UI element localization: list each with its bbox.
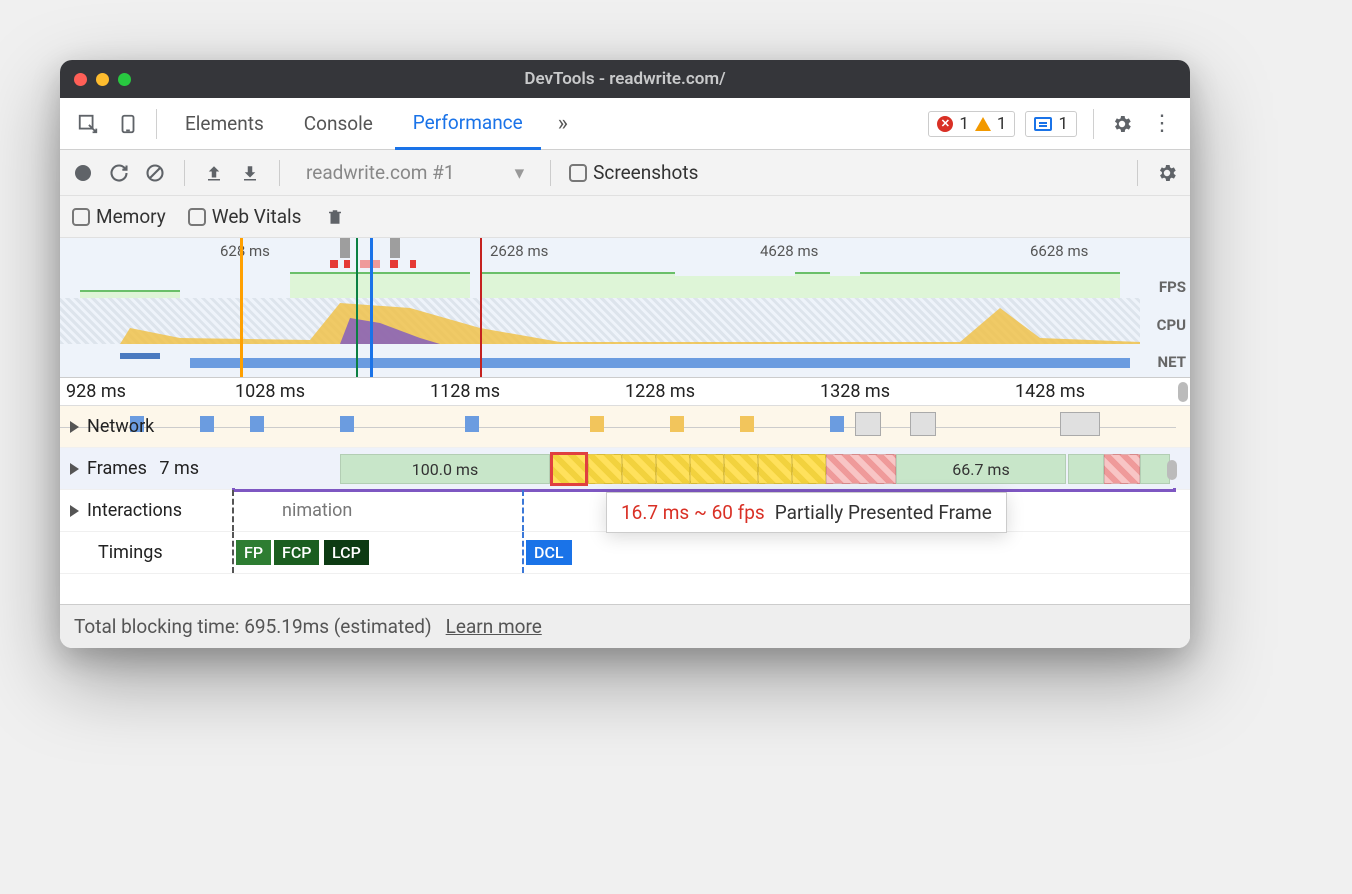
expand-icon[interactable]: [70, 505, 79, 517]
overview-timeline[interactable]: 628 ms 2628 ms 4628 ms 6628 ms: [60, 238, 1190, 378]
minimize-window-button[interactable]: [96, 73, 109, 86]
capture-settings-gear-icon[interactable]: [1156, 162, 1178, 184]
kebab-menu-icon[interactable]: ⋮: [1144, 106, 1180, 142]
settings-gear-icon[interactable]: [1104, 106, 1140, 142]
webvitals-checkbox[interactable]: Web Vitals: [188, 205, 302, 228]
tooltip-desc: Partially Presented Frame: [775, 501, 992, 524]
warning-count: 1: [997, 114, 1007, 134]
frame-block[interactable]: [1068, 454, 1104, 484]
overview-marker[interactable]: [370, 238, 373, 377]
summary-footer: Total blocking time: 695.19ms (estimated…: [60, 604, 1190, 648]
frame-block[interactable]: [690, 454, 724, 484]
overview-cpu-track: [60, 298, 1140, 344]
record-button[interactable]: [72, 162, 94, 184]
frame-block[interactable]: [1104, 454, 1140, 484]
overview-marker[interactable]: [356, 238, 358, 377]
perf-toolbar: readwrite.com #1 ▾ Screenshots: [60, 150, 1190, 196]
frame-block[interactable]: [724, 454, 758, 484]
frame-block[interactable]: [622, 454, 656, 484]
expand-icon[interactable]: [70, 421, 79, 433]
row-interactions[interactable]: Interactions nimation 16.7 ms ~ 60 fps P…: [60, 490, 1190, 532]
timing-lcp[interactable]: LCP: [324, 540, 369, 565]
overview-fps-track: [60, 268, 1140, 298]
chevron-down-icon: ▾: [515, 161, 525, 184]
error-icon: ✕: [937, 116, 953, 132]
scrollbar-thumb[interactable]: [1178, 382, 1188, 402]
frame-block[interactable]: [656, 454, 690, 484]
inspect-element-icon[interactable]: [70, 106, 106, 142]
timing-fcp[interactable]: FCP: [274, 540, 319, 565]
tab-performance[interactable]: Performance: [395, 99, 541, 150]
frame-block[interactable]: [826, 454, 896, 484]
upload-profile-icon[interactable]: [203, 162, 225, 184]
expand-icon[interactable]: [70, 463, 79, 475]
maximize-window-button[interactable]: [118, 73, 131, 86]
frame-block[interactable]: 66.7 ms: [896, 454, 1066, 484]
window-title: DevTools - readwrite.com/: [60, 69, 1190, 89]
recording-select[interactable]: readwrite.com #1 ▾: [298, 161, 532, 184]
message-count: 1: [1058, 114, 1068, 134]
trash-icon[interactable]: [324, 206, 346, 228]
animation-label: nimation: [282, 500, 352, 521]
timing-dcl[interactable]: DCL: [526, 540, 572, 565]
frame-block[interactable]: 100.0 ms: [340, 454, 550, 484]
scrollbar-thumb[interactable]: [1167, 460, 1177, 480]
screenshots-checkbox[interactable]: Screenshots: [569, 161, 698, 184]
memory-checkbox[interactable]: Memory: [72, 205, 166, 228]
overview-net-label: NET: [1158, 353, 1186, 371]
guide-line: [232, 490, 234, 531]
overview-fps-label: FPS: [1159, 278, 1186, 296]
row-timings[interactable]: Timings FP FCP LCP DCL: [60, 532, 1190, 574]
timing-fp[interactable]: FP: [236, 540, 271, 565]
device-toggle-icon[interactable]: [110, 106, 146, 142]
window-titlebar: DevTools - readwrite.com/: [60, 60, 1190, 98]
close-window-button[interactable]: [74, 73, 87, 86]
learn-more-link[interactable]: Learn more: [446, 615, 542, 638]
overview-handle[interactable]: [340, 238, 350, 258]
warning-icon: [975, 117, 991, 131]
overview-marker[interactable]: [240, 238, 243, 377]
clear-button[interactable]: [144, 162, 166, 184]
frame-block[interactable]: [1140, 454, 1170, 484]
message-icon: [1034, 117, 1052, 131]
overview-cpu-label: CPU: [1157, 316, 1186, 334]
overview-marker[interactable]: [480, 238, 482, 377]
network-track: [60, 406, 1176, 447]
detail-ruler: 928 ms 1028 ms 1128 ms 1228 ms 1328 ms 1…: [60, 378, 1190, 406]
messages-counter[interactable]: 1: [1025, 111, 1077, 137]
total-blocking-time: Total blocking time: 695.19ms (estimated…: [74, 615, 432, 638]
row-network[interactable]: Network: [60, 406, 1190, 448]
tab-console[interactable]: Console: [286, 98, 391, 149]
error-count: 1: [959, 114, 969, 134]
traffic-lights: [74, 73, 131, 86]
row-frames[interactable]: Frames 7 ms 100.0 ms 66.7 ms: [60, 448, 1190, 490]
recording-select-value: readwrite.com #1: [306, 161, 455, 184]
frame-tooltip: 16.7 ms ~ 60 fps Partially Presented Fra…: [606, 492, 1007, 533]
error-warning-counter[interactable]: ✕ 1 1: [928, 111, 1015, 137]
overview-handle[interactable]: [390, 238, 400, 258]
frame-block-selected[interactable]: [552, 454, 586, 484]
overview-net-track: [60, 353, 1140, 373]
frame-block[interactable]: [588, 454, 622, 484]
devtools-tabstrip: Elements Console Performance » ✕ 1 1 1 ⋮: [60, 98, 1190, 150]
more-tabs-icon[interactable]: »: [545, 106, 581, 142]
reload-record-button[interactable]: [108, 162, 130, 184]
download-profile-icon[interactable]: [239, 162, 261, 184]
frames-track: 100.0 ms 66.7 ms: [60, 448, 1176, 489]
perf-toolbar-2: Memory Web Vitals: [60, 196, 1190, 238]
flame-chart[interactable]: 928 ms 1028 ms 1128 ms 1228 ms 1328 ms 1…: [60, 378, 1190, 604]
guide-line: [522, 490, 524, 531]
tooltip-time: 16.7 ms ~ 60 fps: [621, 501, 765, 524]
overview-long-tasks: [330, 260, 450, 268]
tab-elements[interactable]: Elements: [167, 98, 282, 149]
frame-block[interactable]: [758, 454, 792, 484]
frame-block[interactable]: [792, 454, 826, 484]
